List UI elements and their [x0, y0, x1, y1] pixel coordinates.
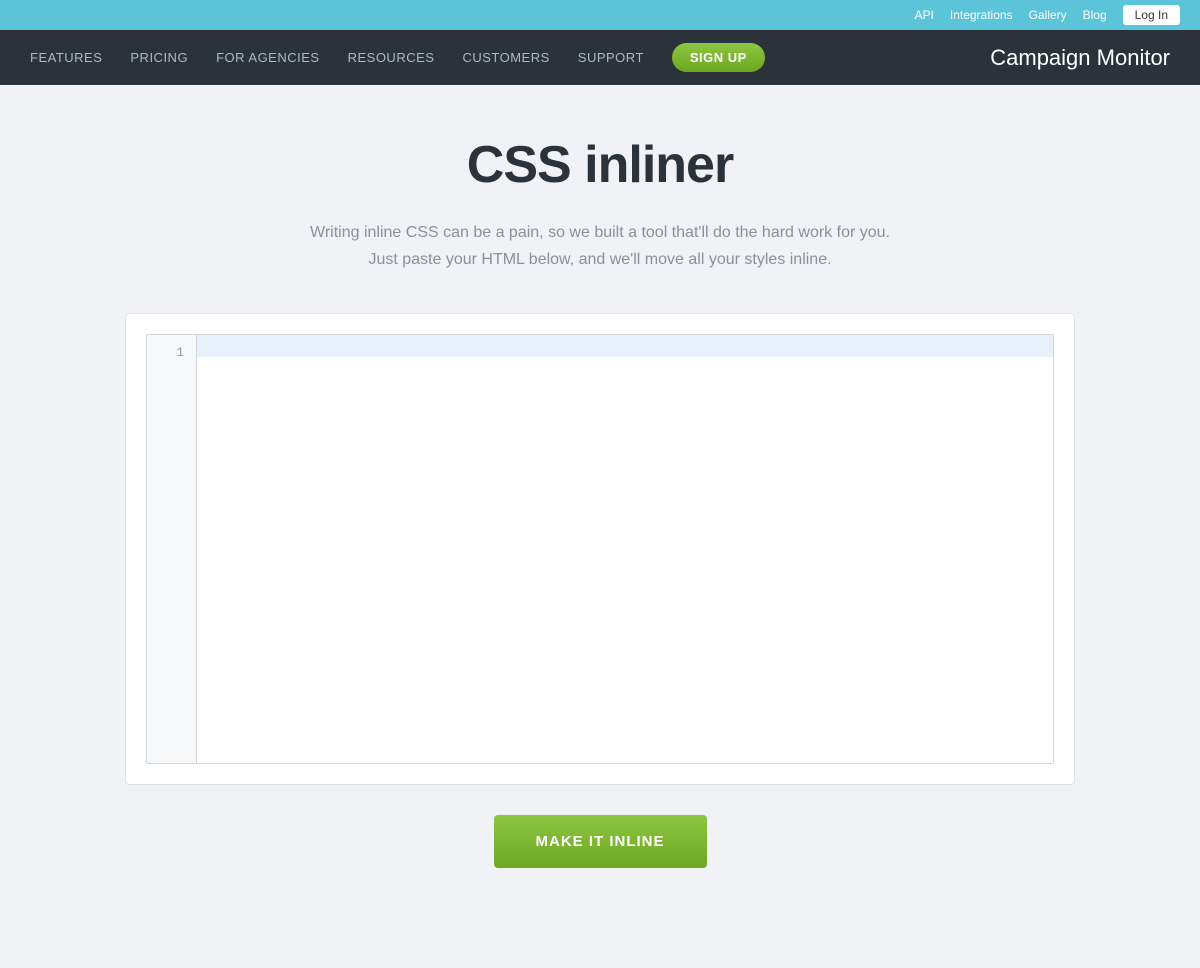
- login-button[interactable]: Log In: [1123, 5, 1180, 25]
- main-navigation: FEATURES PRICING FOR AGENCIES RESOURCES …: [0, 30, 1200, 85]
- subtitle-line1: Writing inline CSS can be a pain, so we …: [310, 224, 890, 241]
- blog-link[interactable]: Blog: [1083, 8, 1107, 22]
- line-numbers: 1: [147, 335, 197, 763]
- brand-logo: Campaign Monitor: [990, 45, 1170, 71]
- textarea-wrapper: [197, 335, 1053, 763]
- top-utility-bar: API Integrations Gallery Blog Log In: [0, 0, 1200, 30]
- page-title: CSS inliner: [467, 135, 733, 195]
- api-link[interactable]: API: [915, 8, 934, 22]
- nav-customers[interactable]: CUSTOMERS: [462, 50, 549, 65]
- line-number-1: 1: [176, 345, 184, 360]
- signup-button[interactable]: SIGN UP: [672, 43, 765, 72]
- page-subtitle: Writing inline CSS can be a pain, so we …: [310, 219, 890, 273]
- integrations-link[interactable]: Integrations: [950, 8, 1013, 22]
- gallery-link[interactable]: Gallery: [1029, 8, 1067, 22]
- main-content: CSS inliner Writing inline CSS can be a …: [0, 85, 1200, 968]
- subtitle-line2: Just paste your HTML below, and we'll mo…: [368, 251, 831, 268]
- nav-features[interactable]: FEATURES: [30, 50, 102, 65]
- code-editor: 1: [146, 334, 1054, 764]
- nav-for-agencies[interactable]: FOR AGENCIES: [216, 50, 320, 65]
- make-it-inline-button[interactable]: MAKE IT INLINE: [494, 815, 707, 868]
- html-input[interactable]: [197, 335, 1053, 763]
- nav-pricing[interactable]: PRICING: [130, 50, 188, 65]
- nav-resources[interactable]: RESOURCES: [348, 50, 435, 65]
- editor-container: 1: [125, 313, 1075, 785]
- nav-support[interactable]: SUPPORT: [578, 50, 644, 65]
